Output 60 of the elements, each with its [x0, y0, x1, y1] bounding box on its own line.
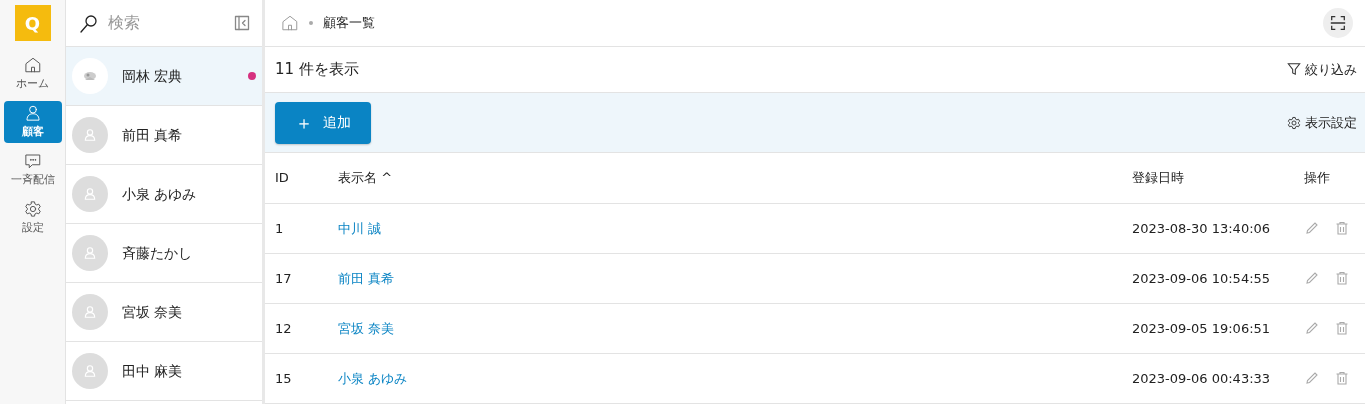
add-button[interactable]: ＋ 追加 [275, 101, 371, 144]
filter-icon [1287, 62, 1301, 77]
app-logo: Q [14, 5, 51, 41]
contact-item[interactable]: 斉藤たかし [66, 224, 262, 283]
breadcrumb-separator [309, 20, 313, 25]
search-icon [78, 13, 98, 33]
edit-button[interactable] [1304, 370, 1320, 387]
date-cell: 2023-09-06 10:54:55 [1132, 270, 1271, 286]
nav-item[interactable]: 顧客 [3, 101, 62, 143]
customer-link[interactable]: 前田 真希 [338, 270, 395, 286]
contact-item[interactable]: 前田 真希 [66, 106, 262, 165]
column-header: 登録日時 [1132, 170, 1184, 186]
scan-icon [1329, 13, 1347, 32]
id-cell: 1 [275, 220, 284, 236]
delete-button[interactable] [1334, 320, 1350, 337]
date-cell: 2023-09-05 19:06:51 [1132, 320, 1271, 336]
contact-item[interactable]: 宮坂 奈美 [66, 283, 262, 342]
id-cell: 15 [275, 370, 292, 386]
contact-name: 田中 麻美 [122, 361, 184, 381]
result-count: 11 件を表示 [275, 59, 359, 80]
customer-link[interactable]: 小泉 あゆみ [338, 370, 408, 386]
nav-item[interactable]: ホーム [3, 53, 62, 95]
contact-item[interactable]: 小泉 あゆみ [66, 165, 262, 224]
search-field[interactable]: 検索 [106, 10, 226, 36]
delete-button[interactable] [1334, 220, 1350, 237]
nav-item[interactable]: 設定 [3, 197, 62, 239]
id-cell: 17 [275, 270, 292, 286]
delete-button[interactable] [1334, 270, 1350, 287]
unread-dot [248, 72, 256, 80]
customer-link[interactable]: 中川 誠 [338, 220, 382, 236]
id-cell: 12 [275, 320, 292, 336]
collapse-icon[interactable] [234, 15, 250, 31]
contact-item[interactable]: 岡林 宏典 [66, 47, 262, 106]
sortable-column-header[interactable]: 表示名 ^ [338, 170, 393, 186]
contact-name: 小泉 あゆみ [122, 184, 198, 204]
settings-icon [23, 200, 42, 219]
delete-button[interactable] [1334, 370, 1350, 387]
contact-item[interactable]: 田中 麻美 [66, 342, 262, 401]
column-header: 操作 [1304, 170, 1330, 186]
home-icon [23, 56, 42, 75]
edit-button[interactable] [1304, 320, 1320, 337]
date-cell: 2023-09-06 00:43:33 [1132, 370, 1271, 386]
contact-name: 斉藤たかし [122, 243, 193, 263]
contact-name: 宮坂 奈美 [122, 302, 184, 322]
filter-button[interactable]: 絞り込み [1287, 59, 1357, 79]
settings-icon [1287, 115, 1301, 130]
customer-link[interactable]: 宮坂 奈美 [338, 320, 395, 336]
contact-name: 前田 真希 [122, 125, 184, 145]
edit-button[interactable] [1304, 270, 1320, 287]
scan-button[interactable] [1323, 7, 1353, 38]
home-icon[interactable] [281, 13, 299, 32]
display-settings-button[interactable]: 表示設定 [1287, 112, 1357, 133]
date-cell: 2023-08-30 13:40:06 [1132, 220, 1271, 236]
contact-name: 岡林 宏典 [122, 66, 184, 86]
edit-button[interactable] [1304, 220, 1320, 237]
column-header: ID [275, 170, 289, 186]
chat-icon [23, 152, 42, 171]
nav-item[interactable]: 一斉配信 [3, 149, 62, 191]
person-icon [23, 104, 42, 123]
breadcrumb-item: 顧客一覧 [323, 14, 375, 33]
